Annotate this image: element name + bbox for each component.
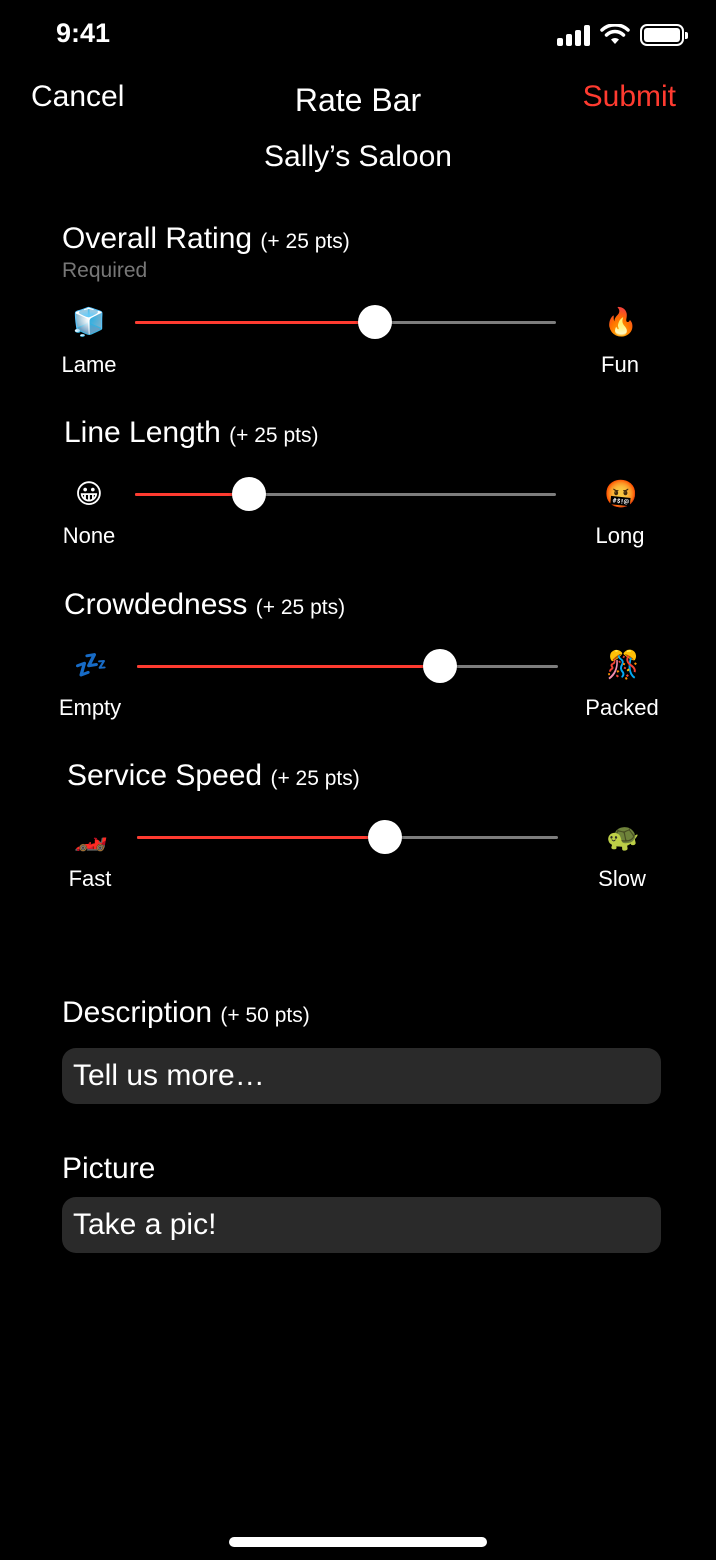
confetti-ball-icon: 🎊 — [606, 650, 640, 680]
slider-fill — [135, 321, 375, 324]
grinning-face-icon: 😀 — [74, 479, 104, 509]
slider-thumb[interactable] — [357, 305, 392, 339]
submit-button[interactable]: Submit — [583, 80, 676, 114]
home-indicator[interactable] — [229, 1537, 487, 1547]
turtle-icon: 🐢 — [606, 822, 640, 852]
points-label: (+ 25 pts) — [229, 424, 319, 447]
race-car-icon: 🏎️ — [74, 822, 108, 852]
slider-thumb[interactable] — [423, 649, 458, 683]
picture-label: Picture — [62, 1152, 156, 1185]
battery-icon — [640, 24, 688, 46]
left-label: Fast — [68, 866, 112, 891]
picture-field[interactable] — [62, 1197, 661, 1253]
left-label: None — [62, 523, 116, 548]
venue-name: Sally’s Saloon — [264, 140, 452, 173]
wifi-icon — [600, 24, 630, 44]
required-label: Required — [62, 259, 148, 282]
rating-slider[interactable] — [137, 820, 558, 854]
status-icons — [557, 24, 688, 46]
rating-title: Overall Rating (+ 25 pts) — [62, 222, 350, 255]
status-time: 9:41 — [56, 18, 111, 48]
slider-fill — [137, 836, 386, 839]
slider-fill — [137, 665, 441, 668]
fire-icon: 🔥 — [604, 307, 638, 337]
right-label: Long — [595, 523, 645, 548]
left-label: Lame — [61, 352, 117, 377]
right-label: Slow — [598, 866, 646, 891]
points-label: (+ 50 pts) — [220, 1004, 310, 1027]
cursing-face-icon: 🤬 — [604, 479, 638, 509]
left-label: Empty — [58, 695, 122, 720]
rating-slider[interactable] — [137, 649, 558, 683]
right-label: Fun — [601, 352, 639, 377]
description-label: Description (+ 50 pts) — [62, 996, 310, 1029]
cellular-signal-icon — [557, 24, 590, 46]
description-field[interactable] — [62, 1048, 661, 1104]
zzz-icon: 💤 — [74, 650, 108, 680]
right-label: Packed — [585, 695, 659, 720]
ice-cube-icon: 🧊 — [72, 307, 106, 337]
rating-slider[interactable] — [135, 477, 556, 511]
rating-slider[interactable] — [135, 305, 556, 339]
rating-title: Line Length (+ 25 pts) — [64, 416, 319, 449]
points-label: (+ 25 pts) — [255, 596, 346, 619]
points-label: (+ 25 pts) — [260, 230, 350, 253]
slider-thumb[interactable] — [368, 820, 403, 854]
slider-thumb[interactable] — [231, 477, 266, 511]
rating-title: Crowdedness (+ 25 pts) — [64, 588, 346, 621]
rating-title: Service Speed (+ 25 pts) — [67, 759, 360, 792]
points-label: (+ 25 pts) — [270, 767, 360, 790]
